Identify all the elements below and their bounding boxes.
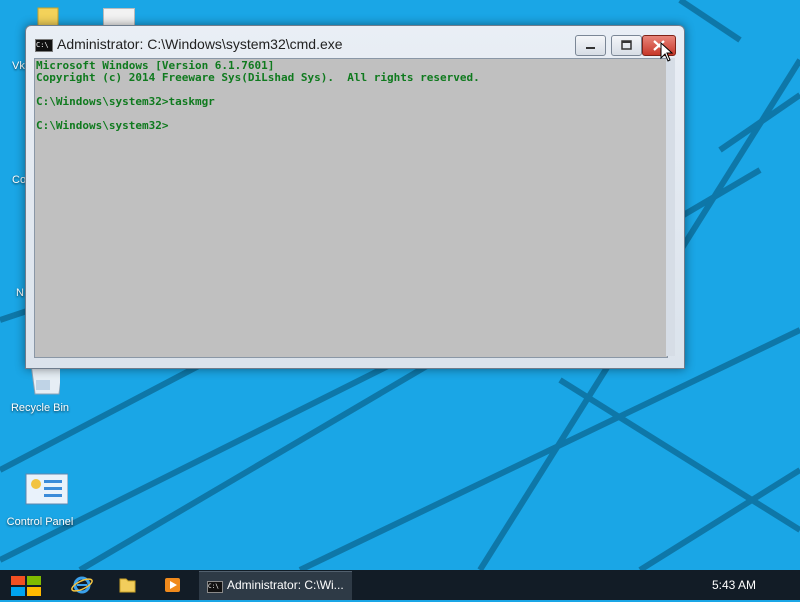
start-button[interactable] <box>8 572 44 598</box>
desktop-icon-label: Vk <box>12 60 25 72</box>
file-explorer-icon <box>119 578 136 593</box>
control-panel-icon <box>20 470 69 510</box>
taskbar-internet-explorer[interactable] <box>62 572 102 598</box>
console-line: Copyright (c) 2014 Freeware Sys(DiLshad … <box>36 71 480 84</box>
taskbar-media-player[interactable] <box>152 572 192 598</box>
desktop: Vk Co N Recycle Bin Control Panel C:\ Ad… <box>0 0 800 570</box>
mouse-pointer-icon <box>660 42 674 62</box>
maximize-button[interactable] <box>611 35 642 56</box>
maximize-icon <box>621 40 632 50</box>
window-border-right <box>666 58 675 356</box>
media-player-icon <box>165 578 180 592</box>
taskbar: C:\ Administrator: C:\Wi... 5:43 AM <box>0 570 800 600</box>
minimize-icon <box>586 47 595 49</box>
cmd-window-icon: C:\ <box>35 39 53 52</box>
windows-logo-icon <box>11 576 41 596</box>
desktop-icon-control-panel[interactable]: Control Panel <box>0 470 80 528</box>
desktop-icon-label: Co <box>12 174 27 186</box>
desktop-icon-label: Recycle Bin <box>10 402 70 414</box>
taskbar-file-explorer[interactable] <box>107 572 147 598</box>
cmd-window[interactable]: C:\ Administrator: C:\Windows\system32\c… <box>25 25 685 369</box>
taskbar-active-cmd[interactable]: C:\ Administrator: C:\Wi... <box>199 571 352 600</box>
minimize-button[interactable] <box>575 35 606 56</box>
cmd-taskbar-icon: C:\ <box>207 581 223 593</box>
taskbar-task-label: Administrator: C:\Wi... <box>227 578 344 592</box>
desktop-icon-label: N <box>16 287 24 299</box>
console-output[interactable]: Microsoft Windows [Version 6.1.7601] Cop… <box>34 58 668 358</box>
title-bar[interactable]: C:\ Administrator: C:\Windows\system32\c… <box>26 26 684 58</box>
console-prompt: C:\Windows\system32> <box>36 119 169 132</box>
console-line: C:\Windows\system32>taskmgr <box>36 95 215 108</box>
desktop-icon-label: Control Panel <box>6 516 74 528</box>
window-title: Administrator: C:\Windows\system32\cmd.e… <box>57 36 343 52</box>
internet-explorer-icon <box>71 576 93 594</box>
system-clock[interactable]: 5:43 AM <box>712 578 756 592</box>
